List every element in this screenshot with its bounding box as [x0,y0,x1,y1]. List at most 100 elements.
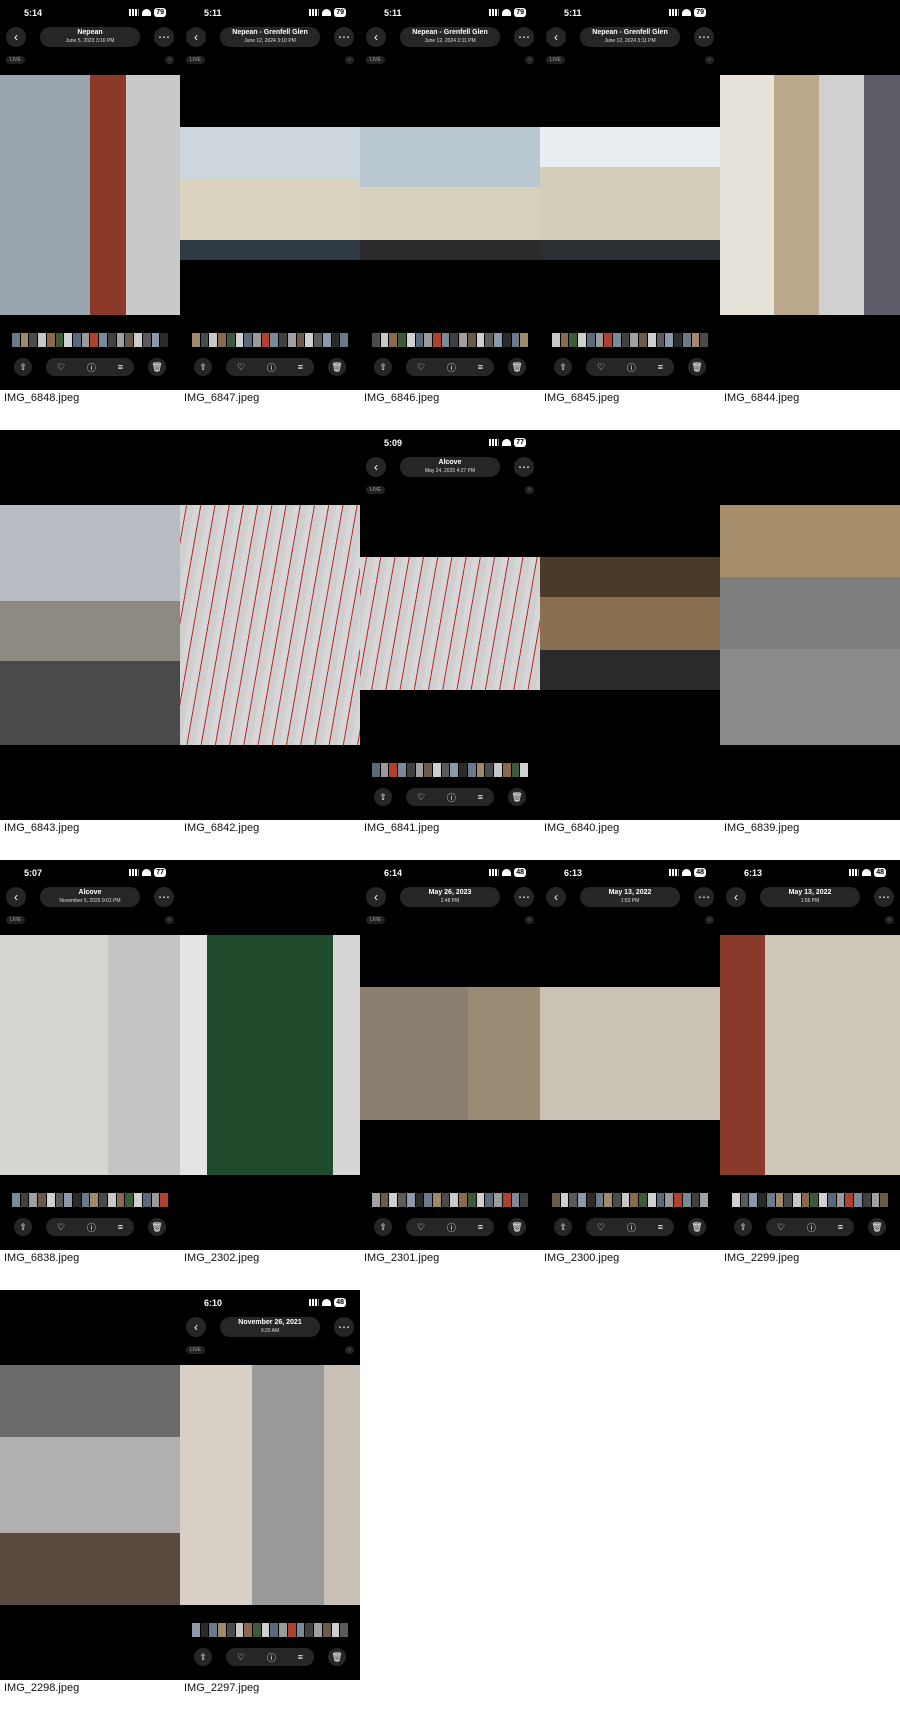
thumbnail[interactable] [415,763,424,777]
thumbnail[interactable] [46,1193,55,1207]
ellipsis-icon[interactable]: ⋯ [154,887,174,907]
thumbnail-strip[interactable] [12,1193,168,1207]
thumbnail[interactable] [192,333,200,347]
trash-icon[interactable]: 🗑 [688,1218,706,1236]
thumbnail[interactable] [200,1623,209,1637]
trash-icon[interactable]: 🗑 [508,1218,526,1236]
thumbnail[interactable] [656,333,665,347]
sliders-icon[interactable]: ≡ [658,362,663,372]
info-icon[interactable]: ⓘ [447,1221,456,1234]
thumbnail[interactable] [38,333,46,347]
heart-icon[interactable]: ♡ [597,362,605,373]
live-badge[interactable]: LIVE [366,56,385,64]
thumbnail[interactable] [450,333,459,347]
thumbnail[interactable] [647,1193,656,1207]
thumbnail[interactable] [340,333,348,347]
contact-sheet-cell[interactable]: IMG_6842.jpeg [180,430,360,860]
sliders-icon[interactable]: ≡ [478,792,483,802]
sliders-icon[interactable]: ≡ [838,1222,843,1232]
ellipsis-icon[interactable]: ⋯ [874,887,894,907]
thumbnail[interactable] [244,333,253,347]
info-icon[interactable]: ⓘ [447,361,456,374]
thumbnail[interactable] [218,1623,226,1637]
thumbnail[interactable] [253,333,261,347]
thumbnail[interactable] [682,333,691,347]
thumbnail[interactable] [578,1193,586,1207]
screenshot-thumbnail[interactable] [720,430,900,820]
thumbnail[interactable] [20,1193,29,1207]
thumbnail[interactable] [613,1193,621,1207]
heart-icon[interactable]: ♡ [57,1222,65,1233]
thumbnail[interactable] [134,333,142,347]
live-badge[interactable]: LIVE [546,56,565,64]
thumbnail[interactable] [424,763,433,777]
thumbnail[interactable] [424,333,433,347]
thumbnail[interactable] [578,333,586,347]
thumbnail[interactable] [90,1193,99,1207]
share-icon[interactable]: ⇧ [554,1218,572,1236]
thumbnail[interactable] [450,763,459,777]
thumbnail[interactable] [749,1193,758,1207]
chevron-left-icon[interactable]: ‹ [546,27,566,47]
thumbnail[interactable] [586,333,595,347]
info-icon[interactable]: ⓘ [267,1651,276,1664]
more-options-icon[interactable]: ○ [344,56,354,64]
more-options-icon[interactable]: ○ [884,916,894,924]
thumbnail[interactable] [459,333,467,347]
live-badge[interactable]: LIVE [366,486,385,494]
thumbnail[interactable] [253,1623,261,1637]
contact-sheet-cell[interactable]: 5:07 77 ‹ Alcove November 5, 2025 9:01 PM ⋯ LI… [0,860,180,1290]
thumbnail[interactable] [595,1193,604,1207]
screenshot-thumbnail[interactable]: 6:13 48 ‹ May 13, 2022 1:53 PM ⋯ ○ ⇧ ♡ ⓘ ≡ 🗑 [540,860,720,1250]
thumbnail[interactable] [116,1193,125,1207]
chevron-left-icon[interactable]: ‹ [546,887,566,907]
info-icon[interactable]: ⓘ [87,361,96,374]
thumbnail[interactable] [322,333,331,347]
screenshot-thumbnail[interactable] [180,860,360,1250]
share-icon[interactable]: ⇧ [374,358,392,376]
thumbnail[interactable] [20,333,29,347]
thumbnail[interactable] [732,1193,740,1207]
title-pill[interactable]: Alcove November 5, 2025 9:01 PM [40,887,140,907]
thumbnail[interactable] [99,333,107,347]
contact-sheet-cell[interactable]: 5:11 79 ‹ Nepean - Grenfell Glen June 12, 20… [360,0,540,430]
thumbnail[interactable] [520,333,528,347]
thumbnail[interactable] [424,1193,433,1207]
thumbnail[interactable] [467,333,476,347]
thumbnail[interactable] [226,1623,235,1637]
thumbnail[interactable] [64,1193,73,1207]
thumbnail[interactable] [836,1193,845,1207]
thumbnail[interactable] [372,1193,380,1207]
thumbnail[interactable] [682,1193,691,1207]
chevron-left-icon[interactable]: ‹ [186,1317,206,1337]
thumbnail[interactable] [485,763,494,777]
thumbnail[interactable] [511,333,520,347]
thumbnail[interactable] [674,1193,682,1207]
more-options-icon[interactable]: ○ [344,1346,354,1354]
thumbnail[interactable] [819,1193,827,1207]
ellipsis-icon[interactable]: ⋯ [514,887,534,907]
thumbnail[interactable] [55,333,64,347]
heart-icon[interactable]: ♡ [237,1652,245,1663]
info-icon[interactable]: ⓘ [627,361,636,374]
thumbnail-strip[interactable] [552,333,708,347]
thumbnail[interactable] [700,1193,708,1207]
sliders-icon[interactable]: ≡ [478,1222,483,1232]
title-pill[interactable]: May 13, 2022 1:56 PM [760,887,860,907]
thumbnail[interactable] [511,1193,520,1207]
more-options-icon[interactable]: ○ [164,916,174,924]
thumbnail[interactable] [125,333,134,347]
contact-sheet-cell[interactable]: IMG_6839.jpeg [720,430,900,860]
thumbnail[interactable] [476,333,485,347]
title-pill[interactable]: May 26, 2023 2:48 PM [400,887,500,907]
share-icon[interactable]: ⇧ [14,1218,32,1236]
thumbnail[interactable] [64,333,73,347]
heart-icon[interactable]: ♡ [237,362,245,373]
thumbnail[interactable] [595,333,604,347]
thumbnail[interactable] [569,1193,578,1207]
thumbnail[interactable] [389,763,398,777]
thumbnail[interactable] [372,763,380,777]
info-icon[interactable]: ⓘ [447,791,456,804]
heart-icon[interactable]: ♡ [417,362,425,373]
trash-icon[interactable]: 🗑 [148,1218,166,1236]
